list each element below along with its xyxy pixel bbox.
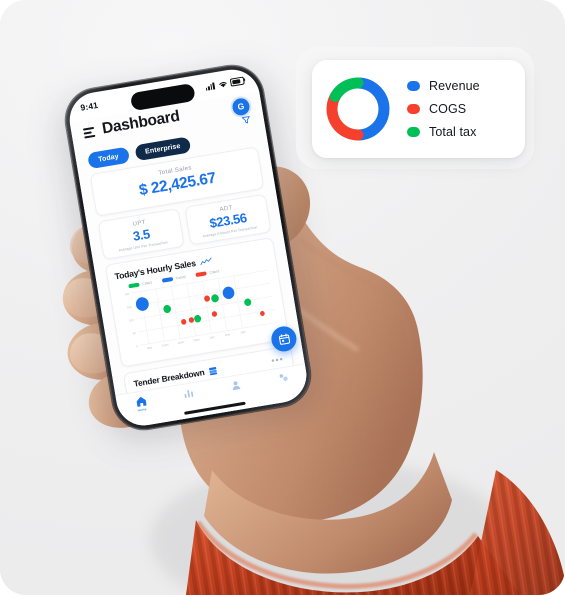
grid-line	[171, 286, 181, 339]
x-axis-tick: 9am	[147, 345, 153, 350]
tab-profile[interactable]	[218, 377, 253, 393]
scatter-point	[163, 304, 171, 314]
x-axis-tick: 12pm	[193, 337, 201, 342]
x-axis-tick: 2pm	[225, 332, 231, 337]
y-axis-tick: 0	[136, 344, 139, 348]
x-axis-tick: 11am	[177, 340, 185, 345]
legend-swatch	[407, 127, 420, 137]
scatter-point	[244, 298, 252, 306]
legend-item-total-tax: Total tax	[407, 125, 525, 139]
scatter-point	[211, 311, 218, 317]
donut-segment-revenue	[352, 77, 390, 141]
grid-line	[155, 288, 165, 342]
home-icon	[136, 396, 146, 407]
donut-segment-total-tax	[329, 77, 364, 102]
grid-line	[217, 278, 228, 331]
legend-label: Color3	[209, 269, 220, 275]
legend-swatch	[195, 271, 207, 277]
funnel-filter-icon[interactable]	[241, 115, 251, 125]
tab-analytics[interactable]	[170, 385, 205, 401]
kpi-card-upt: UPT 3.5 Average Unit Per Transaction	[97, 208, 185, 261]
x-axis-tick: 10am	[162, 342, 170, 347]
legend-label: Total tax	[429, 125, 477, 139]
calendar-icon	[278, 333, 290, 345]
settings-icon	[279, 374, 288, 381]
bar-chart-icon	[184, 390, 193, 399]
tab-label: Home	[137, 407, 147, 413]
legend-item-cogs: COGS	[407, 102, 525, 116]
status-time: 9:41	[79, 99, 99, 113]
scatter-point	[222, 286, 235, 300]
tab-home[interactable]: Home	[123, 393, 159, 414]
grid-line	[137, 309, 275, 333]
legend-swatch	[407, 81, 420, 91]
tab-settings[interactable]	[265, 369, 300, 385]
battery-icon	[229, 76, 245, 87]
x-axis-tick: 3pm	[240, 329, 246, 334]
revenue-donut-card: Revenue COGS Total tax	[312, 60, 525, 158]
grid-line	[202, 281, 212, 334]
cellular-signal-icon	[205, 81, 216, 91]
hourly-sales-card: Today's Hourly Sales Color1 Color2 Color…	[104, 236, 299, 368]
grid-line	[139, 322, 277, 346]
legend-label: Color1	[142, 280, 153, 286]
wifi-icon	[218, 81, 227, 87]
legend-item-revenue: Revenue	[407, 79, 525, 93]
donut-segment-cogs	[326, 90, 364, 141]
legend-label: Color2	[175, 274, 187, 281]
donut-chart	[312, 60, 404, 158]
y-axis-tick: 100	[129, 318, 134, 323]
smartphone: 9:41 Dashboard G Today Enterprise Total …	[52, 60, 327, 447]
screenshot-stage: 9:41 Dashboard G Today Enterprise Total …	[0, 0, 565, 595]
card-stack-icon	[208, 366, 217, 375]
scatter-point	[135, 297, 149, 311]
filter-pill-today[interactable]: Today	[87, 146, 130, 170]
scatter-point	[204, 295, 210, 302]
legend-label: COGS	[429, 102, 467, 116]
more-horizontal-icon[interactable]: •••	[271, 354, 285, 366]
x-axis-tick: 1pm	[209, 335, 215, 340]
legend-swatch	[161, 277, 174, 283]
legend-label: Revenue	[429, 79, 480, 93]
legend-swatch	[128, 282, 140, 289]
person-icon	[232, 381, 240, 391]
grid-line	[135, 295, 273, 320]
grid-line	[233, 275, 243, 329]
y-axis-tick: 150	[127, 305, 132, 310]
scatter-point	[211, 294, 219, 303]
donut-legend: Revenue COGS Total tax	[404, 79, 525, 139]
hamburger-menu-icon[interactable]	[82, 125, 96, 139]
y-axis-tick: 200	[124, 292, 129, 297]
legend-swatch	[407, 104, 420, 114]
trend-line-icon	[200, 257, 212, 265]
y-axis-tick: 50	[132, 331, 136, 336]
kpi-card-adt: ADT $23.56 Average Amount Per Transactio…	[184, 193, 272, 246]
grid-line	[186, 283, 196, 336]
